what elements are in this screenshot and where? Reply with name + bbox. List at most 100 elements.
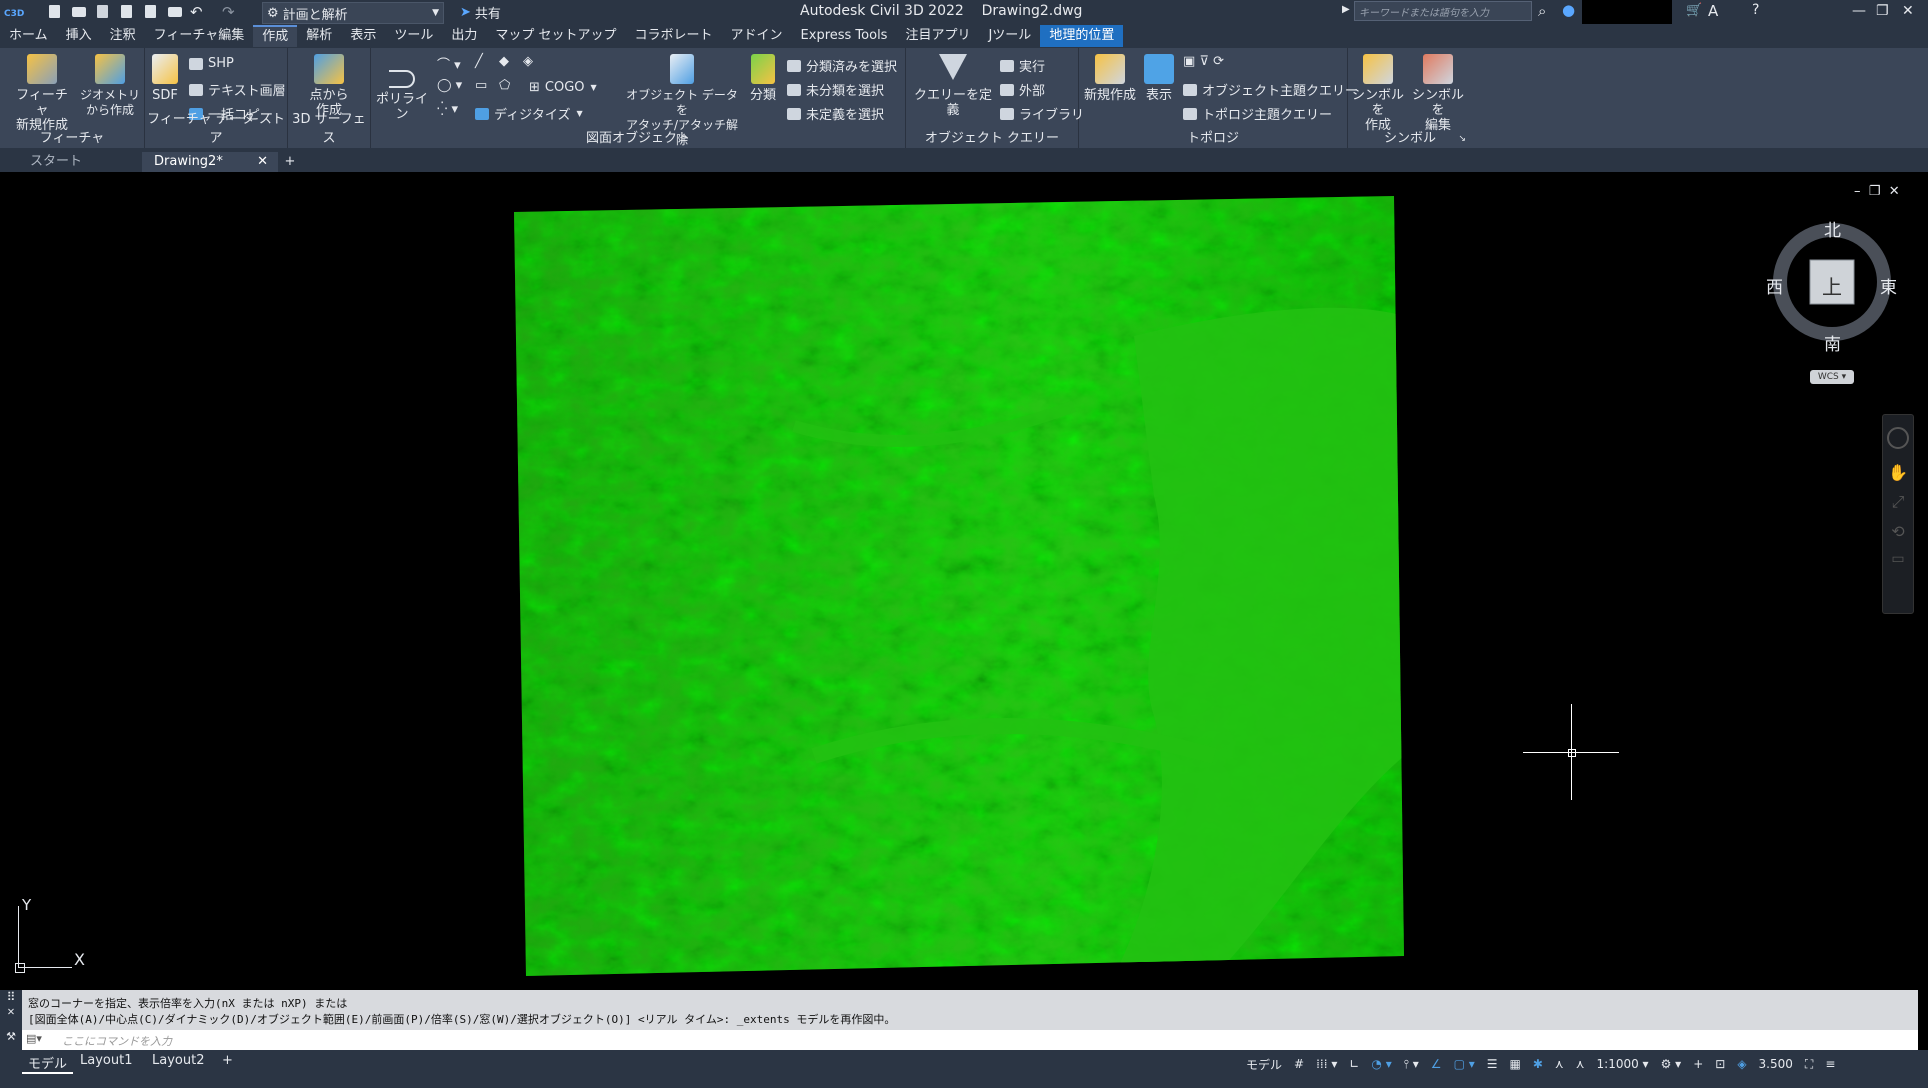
viewport-minimize-icon[interactable]: –: [1854, 184, 1861, 199]
viewcube-west[interactable]: 西: [1766, 273, 1783, 298]
clean-screen-icon[interactable]: ⛶: [1805, 1057, 1813, 1072]
create-symbol-button[interactable]: シンボルを 作成: [1348, 54, 1408, 133]
rectangle-icon[interactable]: ▭: [475, 78, 487, 93]
zoom-extents-icon[interactable]: ⤢: [1883, 492, 1913, 512]
search-icon[interactable]: ⌕: [1538, 2, 1546, 20]
customization-icon[interactable]: ≡: [1825, 1057, 1835, 1071]
line-icon[interactable]: ╱: [475, 54, 483, 69]
workspace-select[interactable]: ⚙ 計画と解析 ▼: [262, 2, 444, 24]
transparency-icon[interactable]: ▦: [1510, 1057, 1521, 1071]
annotation-value[interactable]: 3.500: [1759, 1057, 1793, 1071]
model-space-button[interactable]: モデル: [1246, 1056, 1282, 1073]
multipoint-icon[interactable]: ⁛ ▾: [437, 102, 458, 117]
tab-0[interactable]: ホーム: [0, 25, 57, 47]
minimize-button[interactable]: —: [1852, 3, 1866, 19]
sdf-button[interactable]: SDF: [147, 54, 183, 103]
shp-button[interactable]: SHP: [189, 56, 234, 71]
polyline-button[interactable]: ポリライン: [373, 54, 431, 122]
auto-scale-icon[interactable]: ⋏: [1576, 1057, 1585, 1071]
command-recent-icon[interactable]: ▤▾: [26, 1032, 42, 1045]
point-icon[interactable]: ◆: [499, 54, 509, 69]
autodesk-a360-icon[interactable]: A: [1708, 2, 1718, 20]
viewport-restore-icon[interactable]: ❐: [1869, 184, 1881, 199]
tab-11[interactable]: アドイン: [722, 25, 792, 47]
showmotion-icon[interactable]: ▭: [1883, 551, 1913, 567]
feature-from-geometry-button[interactable]: ジオメトリ から作成: [78, 54, 142, 118]
execute-query-button[interactable]: 実行: [1000, 56, 1045, 75]
tab-1[interactable]: 挿入: [57, 25, 101, 47]
snap-icon[interactable]: ⁞⁞⁞ ▾: [1316, 1057, 1337, 1071]
tab-layout1[interactable]: Layout1: [80, 1053, 132, 1068]
topology-theme-query-button[interactable]: トポロジ主題クエリー: [1183, 104, 1332, 123]
tab-7[interactable]: ツール: [385, 25, 442, 47]
feature-new-button[interactable]: フィーチャ 新規作成: [10, 54, 74, 133]
tab-10[interactable]: コラボレート: [626, 25, 722, 47]
orbit-icon[interactable]: ⟲: [1883, 522, 1913, 541]
new-file-icon[interactable]: [46, 4, 64, 20]
steering-wheel-icon[interactable]: [1887, 427, 1909, 449]
web-save-icon[interactable]: [142, 4, 160, 20]
user-icon[interactable]: ●: [1562, 1, 1575, 19]
close-tab-icon[interactable]: ✕: [257, 152, 268, 172]
command-input[interactable]: ⚒ ▤▾ ここにコマンドを入力: [0, 1030, 1918, 1050]
workspace-gear-icon[interactable]: ⚙ ▾: [1661, 1057, 1682, 1071]
save-as-icon[interactable]: [118, 4, 136, 20]
circle-icon[interactable]: ◯ ▾: [437, 78, 462, 93]
viewcube-east[interactable]: 東: [1880, 273, 1897, 298]
arc-icon[interactable]: ⌒ ▾: [437, 54, 461, 73]
topology-edit-icon[interactable]: ▣ ⊽ ⟳: [1183, 54, 1224, 69]
tab-start[interactable]: スタート: [14, 152, 156, 172]
define-query-button[interactable]: クエリーを定義: [908, 54, 998, 118]
lineweight-icon[interactable]: ☰: [1487, 1057, 1498, 1071]
tab-model[interactable]: モデル: [22, 1053, 74, 1074]
polar-tracking-icon[interactable]: ◔ ▾: [1371, 1057, 1391, 1071]
command-toolbar-grip[interactable]: ⠿ ✕: [0, 990, 22, 1030]
select-unclassified-button[interactable]: 未分類を選択: [787, 80, 884, 99]
command-customize-icon[interactable]: ⚒: [0, 1030, 22, 1050]
annotation-visibility-icon[interactable]: ⋏: [1555, 1057, 1564, 1071]
tab-13[interactable]: 注目アプリ: [896, 25, 979, 47]
viewcube-north[interactable]: 北: [1824, 216, 1841, 241]
select-classified-button[interactable]: 分類済みを選択: [787, 56, 897, 75]
tab-15[interactable]: 地理的位置: [1040, 25, 1124, 47]
selection-cycling-icon[interactable]: ✱: [1533, 1057, 1543, 1071]
pan-icon[interactable]: ✋: [1883, 463, 1913, 482]
grid-icon[interactable]: #: [1294, 1057, 1304, 1071]
tab-5[interactable]: 解析: [297, 25, 341, 47]
open-folder-icon[interactable]: [70, 4, 88, 20]
restore-button[interactable]: ❐: [1876, 3, 1889, 19]
tab-12[interactable]: Express Tools: [792, 25, 897, 47]
annotation-scale-select[interactable]: 1:1000 ▾: [1597, 1057, 1649, 1071]
viewcube-top-label[interactable]: 上: [1822, 271, 1842, 300]
save-icon[interactable]: [94, 4, 112, 20]
wcs-menu[interactable]: WCS ▾: [1810, 370, 1854, 384]
user-name-box[interactable]: [1582, 0, 1672, 24]
tab-14[interactable]: Jツール: [979, 25, 1040, 47]
terrain-surface[interactable]: [514, 196, 1404, 976]
topology-new-button[interactable]: 新規作成: [1081, 54, 1139, 103]
polygon-icon[interactable]: ⬠: [499, 78, 510, 93]
viewcube-south[interactable]: 南: [1824, 330, 1841, 355]
object-snap-icon[interactable]: ▢ ▾: [1454, 1057, 1475, 1071]
tab-8[interactable]: 出力: [442, 25, 486, 47]
tab-3[interactable]: フィーチャ編集: [145, 25, 254, 47]
ortho-icon[interactable]: ∟: [1349, 1057, 1359, 1071]
arrow-right-icon[interactable]: ▶: [1342, 4, 1350, 15]
redo-icon[interactable]: ↷: [222, 4, 240, 20]
query-library-button[interactable]: ライブラリ: [1000, 104, 1084, 123]
object-theme-query-button[interactable]: オブジェクト主題クエリー: [1183, 80, 1358, 99]
add-layout-button[interactable]: +: [222, 1053, 233, 1068]
viewport-close-icon[interactable]: ✕: [1889, 184, 1900, 199]
select-undefined-button[interactable]: 未定義を選択: [787, 104, 884, 123]
tab-6[interactable]: 表示: [341, 25, 385, 47]
tab-layout2[interactable]: Layout2: [152, 1053, 204, 1068]
add-tab-button[interactable]: +: [280, 152, 300, 172]
units-icon[interactable]: ⊡: [1715, 1057, 1725, 1071]
undo-icon[interactable]: ↶: [190, 4, 208, 20]
app-menu-button[interactable]: C3D: [4, 4, 32, 20]
object-snap-tracking-icon[interactable]: ∠: [1431, 1057, 1442, 1071]
tab-9[interactable]: マップ セットアップ: [486, 25, 625, 47]
close-button[interactable]: ✕: [1902, 3, 1914, 19]
classify-button[interactable]: 分類: [743, 54, 783, 103]
tab-4[interactable]: 作成: [253, 25, 298, 47]
